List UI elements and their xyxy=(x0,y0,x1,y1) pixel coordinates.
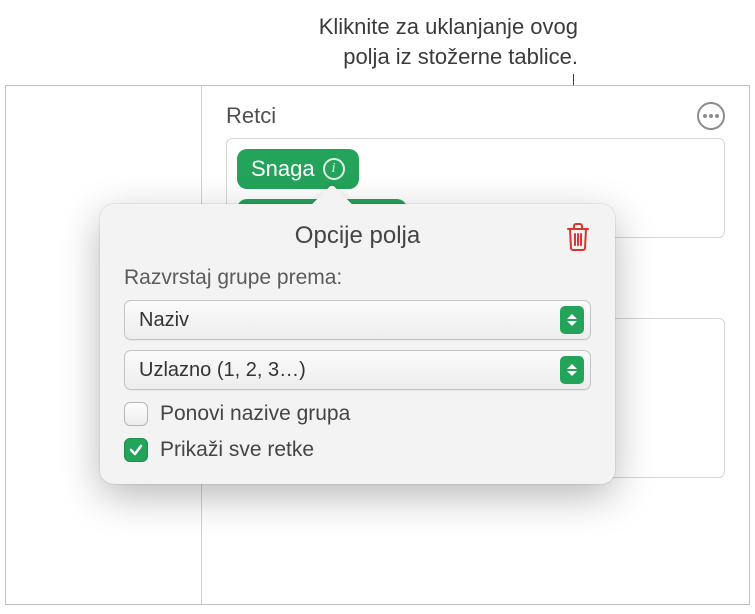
show-all-rows-label: Prikaži sve retke xyxy=(160,438,314,462)
sort-by-select[interactable]: Naziv xyxy=(124,300,591,340)
field-pill-snaga[interactable]: Snaga i xyxy=(237,149,359,189)
info-icon[interactable]: i xyxy=(323,158,345,180)
rows-section-title: Retci xyxy=(226,103,276,129)
chevron-up-down-icon xyxy=(560,306,584,334)
field-pill-label: Snaga xyxy=(251,156,315,182)
repeat-names-checkbox[interactable] xyxy=(124,402,148,426)
sort-order-select[interactable]: Uzlazno (1, 2, 3…) xyxy=(124,350,591,390)
callout-line2: polja iz stožerne tablice. xyxy=(0,42,578,72)
rows-section-header: Retci xyxy=(226,102,725,130)
sort-by-value: Naziv xyxy=(139,309,560,332)
show-all-rows-checkbox-row[interactable]: Prikaži sve retke xyxy=(124,438,591,462)
field-options-popover: Opcije polja Razvrstaj grupe prema: Nazi… xyxy=(100,204,615,484)
sort-label: Razvrstaj grupe prema: xyxy=(124,266,591,290)
callout-text: Kliknite za uklanjanje ovog polja iz sto… xyxy=(0,12,578,71)
show-all-rows-checkbox[interactable] xyxy=(124,438,148,462)
rows-more-button[interactable] xyxy=(697,102,725,130)
chevron-up-down-icon xyxy=(560,356,584,384)
callout-line1: Kliknite za uklanjanje ovog xyxy=(0,12,578,42)
popover-header: Opcije polja xyxy=(124,222,591,250)
repeat-names-label: Ponovi nazive grupa xyxy=(160,402,350,426)
repeat-names-checkbox-row[interactable]: Ponovi nazive grupa xyxy=(124,402,591,426)
popover-title: Opcije polja xyxy=(295,222,420,250)
check-icon xyxy=(128,442,144,458)
sort-order-value: Uzlazno (1, 2, 3…) xyxy=(139,359,560,382)
delete-field-button[interactable] xyxy=(565,222,591,252)
trash-icon xyxy=(565,222,591,252)
